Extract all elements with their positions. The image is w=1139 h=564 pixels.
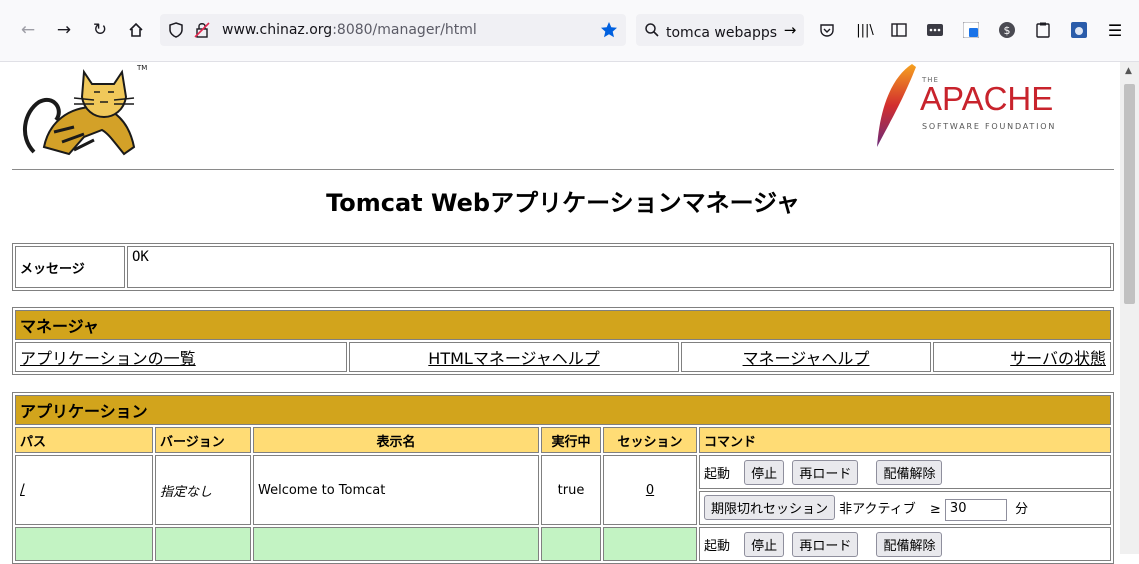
reload-button[interactable]: 再ロード <box>792 459 859 485</box>
bookmark-star-icon[interactable] <box>600 21 618 39</box>
reload-button[interactable]: 再ロード <box>792 531 859 557</box>
applications-table: アプリケーション パス バージョン 表示名 実行中 セッション コマンド / 指… <box>12 392 1114 564</box>
app-display-name: Welcome to Tomcat <box>253 455 539 525</box>
app-running: true <box>541 455 601 525</box>
idle-minutes-input[interactable]: 30 <box>944 498 1007 521</box>
url-path: :8080/manager/html <box>332 22 477 38</box>
search-bar[interactable]: tomca webapps リ → <box>636 14 804 46</box>
stop-button[interactable]: 停止 <box>744 531 785 557</box>
insecure-lock-icon[interactable] <box>194 22 210 38</box>
svg-text:$: $ <box>1004 24 1011 37</box>
stop-button[interactable]: 停止 <box>744 459 785 485</box>
manager-link-cell: サーバの状態 <box>933 342 1111 372</box>
app-running <box>541 527 601 561</box>
address-bar[interactable]: www.chinaz.org:8080/manager/html <box>160 14 626 46</box>
app-sessions-cell: 0 <box>603 455 697 525</box>
column-header-path: パス <box>15 427 153 453</box>
app-display-name <box>253 527 539 561</box>
library-icon[interactable]: |||\ <box>856 21 874 39</box>
sidebar-icon[interactable] <box>890 21 908 39</box>
tomcat-logo: TM <box>22 64 147 156</box>
message-table: メッセージ OK <box>12 243 1114 291</box>
apache-subtitle: SOFTWARE FOUNDATION <box>922 122 1057 131</box>
forward-arrow-icon[interactable]: → <box>48 14 80 46</box>
column-header-version: バージョン <box>155 427 251 453</box>
go-arrow-icon[interactable]: → <box>782 21 798 39</box>
message-value: OK <box>127 246 1111 288</box>
scroll-up-arrow-icon[interactable]: ▲ <box>1125 66 1132 76</box>
list-applications-link[interactable]: アプリケーションの一覧 <box>20 349 196 368</box>
command-cell: 起動 停止 再ロード 配備解除 <box>699 455 1111 489</box>
manager-link-cell: マネージャヘルプ <box>681 342 931 372</box>
app-path-cell <box>15 527 153 561</box>
profile-extension-icon[interactable] <box>1070 21 1088 39</box>
column-header-running: 実行中 <box>541 427 601 453</box>
app-version: 指定なし <box>155 455 251 525</box>
pocket-icon[interactable] <box>818 21 836 39</box>
back-arrow-icon[interactable]: ← <box>12 14 44 46</box>
start-label: 起動 <box>704 466 731 482</box>
expire-sessions-button[interactable]: 期限切れセッション <box>704 495 836 521</box>
tomcat-tm: TM <box>136 64 147 72</box>
column-header-sessions: セッション <box>603 427 697 453</box>
search-input[interactable]: tomca webapps リ <box>666 22 778 42</box>
reload-icon[interactable]: ↻ <box>84 14 116 46</box>
manager-link-cell: アプリケーションの一覧 <box>15 342 347 372</box>
dollar-extension-icon[interactable]: $ <box>998 21 1016 39</box>
server-status-link[interactable]: サーバの状態 <box>1010 349 1106 368</box>
expire-command-cell: 期限切れセッション 非アクティブ ≥ 30 分 <box>699 491 1111 525</box>
header-divider <box>12 169 1114 170</box>
manager-help-link[interactable]: マネージャヘルプ <box>743 349 870 368</box>
page-title: Tomcat Webアプリケーションマネージャ <box>326 189 800 217</box>
apache-feather-icon <box>877 64 916 147</box>
url-host: www.chinaz.org <box>222 22 333 38</box>
minutes-label: 分 <box>1015 502 1029 518</box>
app-path-link[interactable]: / <box>20 482 25 498</box>
apache-logo: THE APACHE SOFTWARE FOUNDATION <box>872 62 1082 152</box>
greater-equal-label: ≥ <box>929 502 941 518</box>
manager-heading: マネージャ <box>15 310 1111 340</box>
inactive-label: 非アクティブ <box>839 502 916 518</box>
clipboard-icon[interactable] <box>1034 21 1052 39</box>
command-cell: 起動 停止 再ロード 配備解除 <box>699 527 1111 561</box>
hamburger-menu-icon[interactable]: ☰ <box>1106 21 1124 40</box>
apache-name: APACHE <box>920 80 1054 117</box>
start-label: 起動 <box>704 538 731 554</box>
app-sessions-cell <box>603 527 697 561</box>
column-header-display-name: 表示名 <box>253 427 539 453</box>
html-manager-help-link[interactable]: HTMLマネージャヘルプ <box>428 349 599 368</box>
home-icon[interactable] <box>120 14 152 46</box>
search-icon <box>644 22 660 38</box>
app-path-cell: / <box>15 455 153 525</box>
extension-dots-icon[interactable] <box>926 21 944 39</box>
app-version <box>155 527 251 561</box>
vertical-scrollbar[interactable]: ▲ <box>1120 62 1139 554</box>
column-header-commands: コマンド <box>699 427 1111 453</box>
browser-toolbar: ← → ↻ www.chinaz.org:8080/manager/html t… <box>0 0 1139 62</box>
shield-icon[interactable] <box>168 22 184 38</box>
app-sessions-link[interactable]: 0 <box>646 483 654 498</box>
manager-link-cell: HTMLマネージャヘルプ <box>349 342 679 372</box>
url-text: www.chinaz.org:8080/manager/html <box>222 22 477 38</box>
translate-extension-icon[interactable] <box>962 21 980 39</box>
undeploy-button[interactable]: 配備解除 <box>876 531 943 557</box>
table-row: 起動 停止 再ロード 配備解除 <box>15 527 1111 561</box>
manager-table: マネージャ アプリケーションの一覧 HTMLマネージャヘルプ マネージャヘルプ … <box>12 307 1114 375</box>
message-label: メッセージ <box>15 246 125 288</box>
table-row: / 指定なし Welcome to Tomcat true 0 起動 停止 再ロ… <box>15 455 1111 525</box>
undeploy-button[interactable]: 配備解除 <box>876 459 943 485</box>
applications-heading: アプリケーション <box>15 395 1111 425</box>
scrollbar-thumb[interactable] <box>1124 84 1135 304</box>
